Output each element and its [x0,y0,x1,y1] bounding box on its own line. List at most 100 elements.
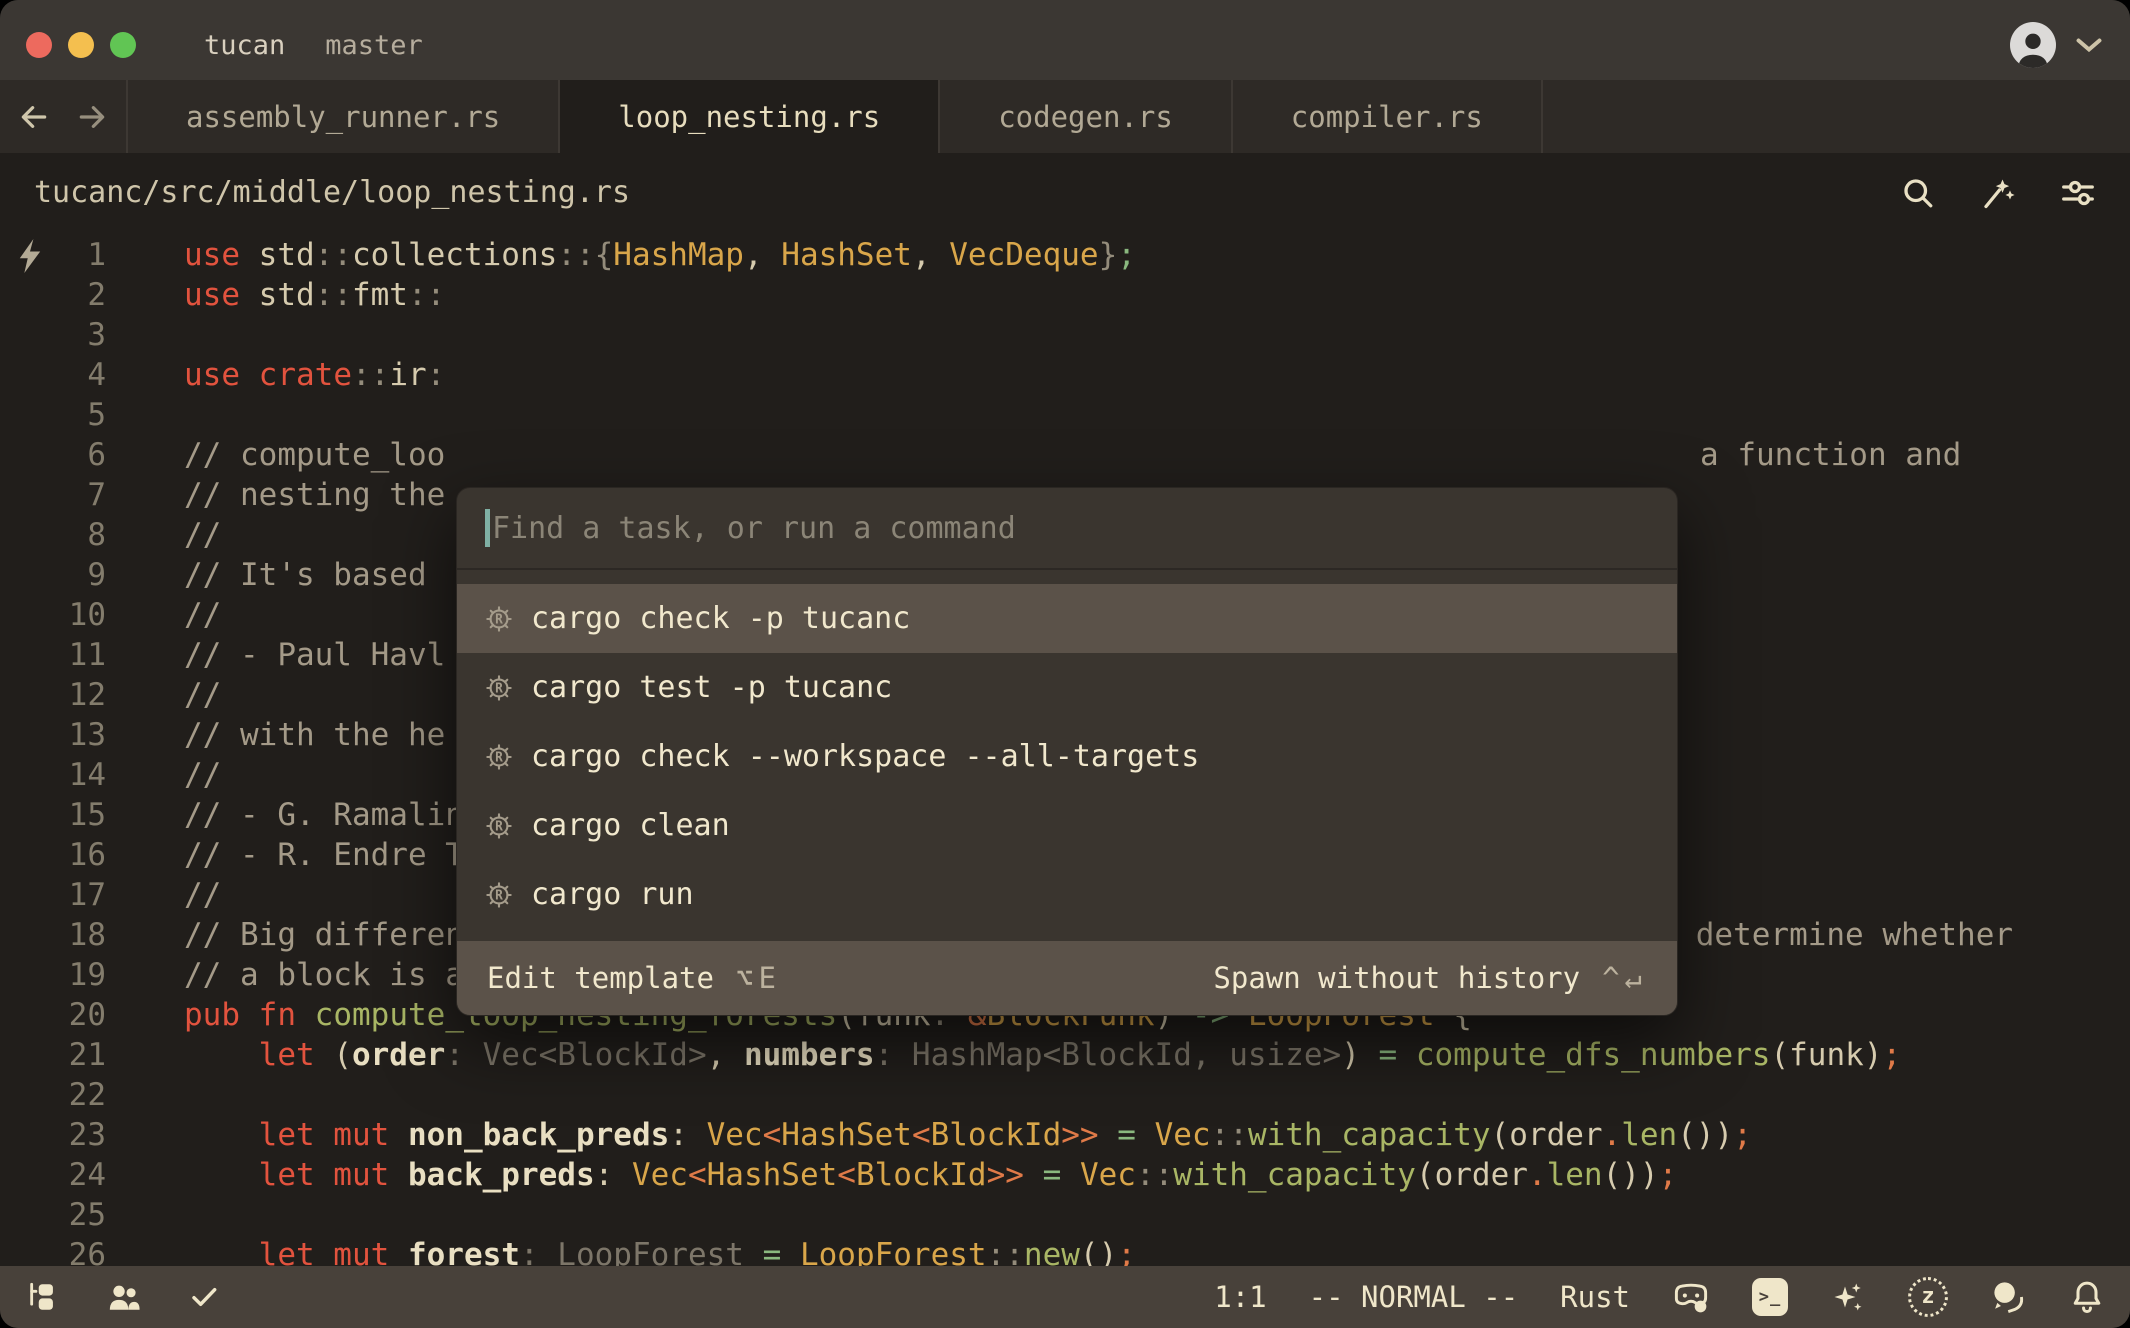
chevron-down-icon[interactable] [2074,34,2104,56]
magic-wand-icon[interactable] [1980,175,2016,211]
line-number: 25 [0,1195,106,1235]
text-caret [485,509,490,547]
tab-codegen-rs[interactable]: codegen.rs [940,80,1233,153]
toolbar: tucanc/src/middle/loop_nesting.rs [0,153,2130,232]
task-item[interactable]: R cargo clean [457,791,1677,860]
vim-mode-indicator: -- NORMAL -- [1309,1280,1519,1314]
task-list: R cargo check -p tucanc R cargo test -p … [457,570,1677,941]
terminal-icon[interactable]: >_ [1752,1278,1788,1316]
code-line[interactable]: 2use std::fmt:: [0,275,2130,315]
line-number: 1 [0,235,106,275]
option-e-shortcut: ⌥E [736,961,781,995]
code-editor[interactable]: 1 use std::collections::{HashMap, HashSet… [0,232,2130,1266]
zed-ai-icon[interactable]: z [1908,1277,1948,1317]
zed-glyph: z [1921,1286,1934,1308]
code-line[interactable]: 4 use crate::ir: [0,355,2130,395]
task-item-label: cargo clean [531,808,730,843]
line-number: 5 [0,395,106,435]
code-line[interactable]: 3 [0,315,2130,355]
code-text: // [184,675,221,715]
title-bar: tucan master [0,0,2130,80]
line-number: 3 [0,315,106,355]
go-forward-button[interactable] [76,101,108,133]
notification-bell-icon[interactable] [2070,1279,2104,1315]
zoom-button[interactable] [110,32,136,58]
code-text: // [184,875,221,915]
close-button[interactable] [26,32,52,58]
task-item-label: cargo test -p tucanc [531,670,892,705]
task-item[interactable]: R cargo check --workspace --all-targets [457,722,1677,791]
svg-text:R: R [495,888,503,903]
code-line[interactable]: 6// compute_looa function and [0,435,2130,475]
avatar[interactable] [2010,22,2056,68]
sliders-icon[interactable] [2060,175,2096,211]
line-number: 24 [0,1155,106,1195]
line-number: 26 [0,1235,106,1266]
svg-text:R: R [495,681,503,696]
task-item[interactable]: R cargo run [457,860,1677,929]
code-line[interactable]: 22 [0,1075,2130,1115]
code-text: use std::collections::{HashMap, HashSet,… [184,235,1136,275]
ctrl-enter-shortcut: ^↵ [1602,961,1647,995]
code-text: // nesting the [184,475,445,515]
code-text: // compute_loo [184,435,445,475]
diagnostics-check-icon[interactable] [188,1281,220,1313]
cursor-position[interactable]: 1:1 [1214,1280,1266,1314]
tab-loop_nesting-rs[interactable]: loop_nesting.rs [560,80,940,153]
spawn-without-history-button[interactable]: Spawn without history ^↵ [1213,961,1647,995]
code-line[interactable]: 26 let mut forest: LoopForest = LoopFore… [0,1235,2130,1266]
code-line[interactable]: 21 let (order: Vec<BlockId>, numbers: Ha… [0,1035,2130,1075]
tab-compiler-rs[interactable]: compiler.rs [1233,80,1543,153]
svg-text:R: R [495,612,503,627]
line-number: 16 [0,835,106,875]
edit-template-label: Edit template [487,961,714,995]
chat-icon[interactable] [1990,1279,2028,1315]
line-number: 22 [0,1075,106,1115]
code-text: let mut back_preds: Vec<HashSet<BlockId>… [184,1155,1677,1195]
line-number: 18 [0,915,106,955]
line-number: 14 [0,755,106,795]
code-text: // - Paul Havl [184,635,445,675]
task-item[interactable]: R cargo test -p tucanc [457,653,1677,722]
code-line[interactable]: 5 [0,395,2130,435]
task-search-input[interactable] [492,511,1649,546]
cargo-gear-icon: R [485,881,513,909]
edit-template-button[interactable]: Edit template ⌥E [487,961,781,995]
code-line[interactable]: 23 let mut non_back_preds: Vec<HashSet<B… [0,1115,2130,1155]
spawn-without-history-label: Spawn without history [1213,961,1580,995]
line-number: 21 [0,1035,106,1075]
code-line[interactable]: 24 let mut back_preds: Vec<HashSet<Block… [0,1155,2130,1195]
line-number: 11 [0,635,106,675]
cargo-gear-icon: R [485,812,513,840]
task-item[interactable]: R cargo check -p tucanc [457,584,1677,653]
go-back-button[interactable] [18,101,50,133]
code-text: let (order: Vec<BlockId>, numbers: HashM… [184,1035,1901,1075]
line-number: 9 [0,555,106,595]
line-number: 7 [0,475,106,515]
search-icon[interactable] [1900,175,1936,211]
line-number: 15 [0,795,106,835]
assistant-sparkle-icon[interactable] [1830,1279,1866,1315]
language-selector[interactable]: Rust [1560,1280,1630,1314]
project-name[interactable]: tucan [204,30,285,61]
code-text: let mut non_back_preds: Vec<HashSet<Bloc… [184,1115,1752,1155]
copilot-icon[interactable] [1672,1279,1710,1315]
code-line[interactable]: 1 use std::collections::{HashMap, HashSet… [0,235,2130,275]
code-text: // [184,515,221,555]
code-text: use crate::ir: [184,355,445,395]
line-number: 19 [0,955,106,995]
terminal-glyph: >_ [1759,1287,1781,1307]
code-text-after-overlay: a function and [1700,435,1961,475]
minimize-button[interactable] [68,32,94,58]
code-line[interactable]: 25 [0,1195,2130,1235]
code-text: // with the he [184,715,445,755]
tab-assembly_runner-rs[interactable]: assembly_runner.rs [128,80,560,153]
project-panel-icon[interactable] [26,1280,60,1314]
collaboration-icon[interactable] [106,1280,142,1314]
svg-text:R: R [495,750,503,765]
line-number: 4 [0,355,106,395]
git-branch[interactable]: master [325,30,423,61]
line-number: 23 [0,1115,106,1155]
task-palette: R cargo check -p tucanc R cargo test -p … [456,487,1678,1016]
breadcrumb[interactable]: tucanc/src/middle/loop_nesting.rs [34,175,630,210]
